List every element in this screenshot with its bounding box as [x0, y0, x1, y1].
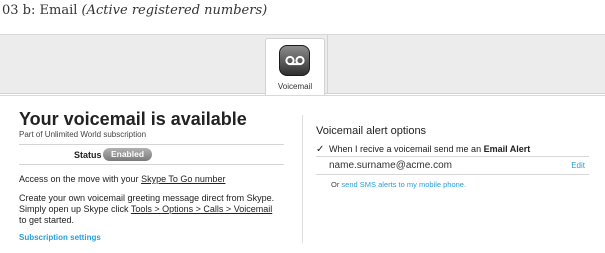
status-row: Status Enabled	[19, 144, 284, 165]
sms-alerts-link[interactable]: send SMS alerts to my mobile phone.	[341, 180, 466, 189]
greeting-line-3: to get started.	[19, 215, 75, 225]
caption-prefix: 03 b: Email	[2, 3, 82, 18]
email-alert-text: When I recive a voicemail send me an	[329, 144, 484, 154]
checkbox-check-icon[interactable]: ✓	[316, 144, 326, 155]
greeting-line-1: Create your own voicemail greeting messa…	[19, 193, 275, 203]
tab-voicemail-label: Voicemail	[277, 82, 313, 91]
greeting-line-2: Simply open up Skype click Tools > Optio…	[19, 204, 272, 214]
email-address: name.surname@acme.com	[329, 160, 452, 171]
skype-to-go-link[interactable]: Skype To Go number	[141, 174, 225, 184]
email-alert-bold: Email Alert	[483, 144, 531, 154]
voicemail-panel: Your voicemail is available Part of Unli…	[0, 95, 605, 253]
voicemail-options-link[interactable]: Tools > Options > Calls > Voicemail	[131, 204, 272, 214]
sms-prefix: Or	[331, 180, 342, 189]
status-label: Status	[74, 150, 102, 160]
page-title: Your voicemail is available	[19, 109, 247, 129]
access-line: Access on the move with your Skype To Go…	[19, 174, 225, 184]
email-alert-checkbox-row[interactable]: ✓ When I recive a voicemail send me an Em…	[316, 144, 530, 155]
sms-alert-line: Or send SMS alerts to my mobile phone.	[331, 180, 466, 189]
subscription-settings-link[interactable]: Subscription settings	[19, 233, 101, 242]
page-caption: 03 b: Email (Active registered numbers)	[2, 3, 267, 18]
voicemail-icon	[279, 45, 310, 76]
tab-divider	[327, 35, 328, 93]
subscription-subtitle: Part of Unlimited World subscription	[19, 130, 147, 139]
access-text: Access on the move with your	[19, 174, 142, 184]
status-badge[interactable]: Enabled	[103, 148, 152, 161]
caption-emphasis: (Active registered numbers)	[81, 3, 268, 18]
email-row: name.surname@acme.com Edit	[316, 156, 589, 175]
greeting-text: Simply open up Skype click	[19, 204, 131, 214]
edit-email-link[interactable]: Edit	[571, 161, 585, 170]
alert-options-heading: Voicemail alert options	[316, 125, 427, 137]
tab-voicemail[interactable]: Voicemail	[265, 38, 325, 95]
column-divider	[302, 115, 303, 243]
